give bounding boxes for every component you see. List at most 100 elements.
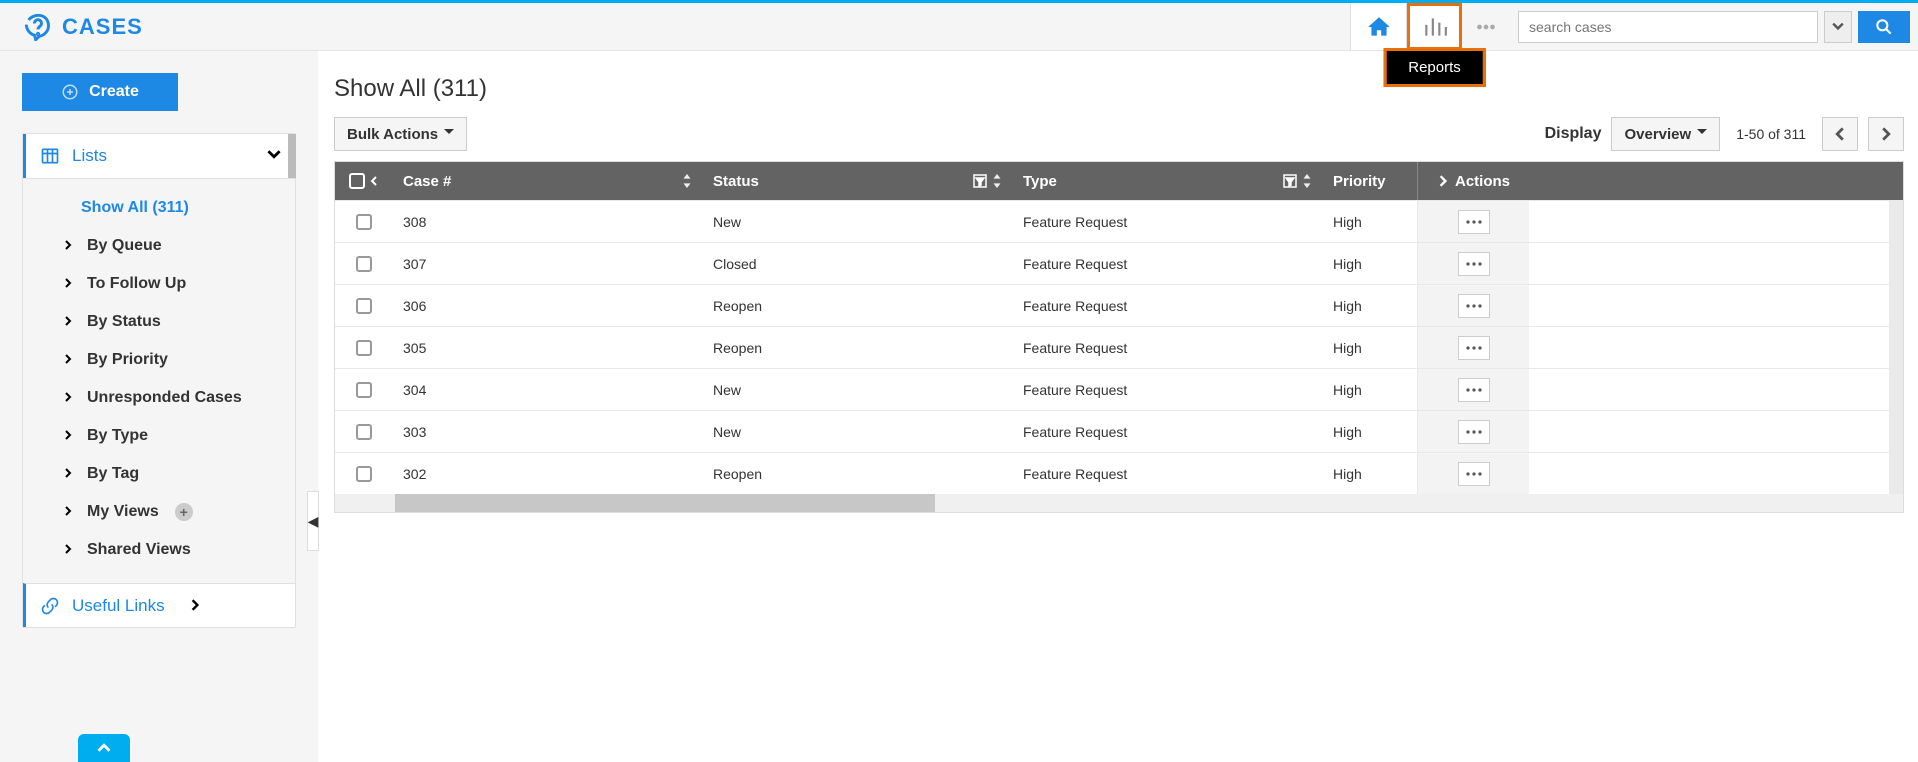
sort-icon bbox=[991, 174, 1003, 188]
sidebar-item-show-all[interactable]: Show All (311) bbox=[23, 189, 295, 227]
cell-type: Feature Request bbox=[1013, 327, 1323, 368]
scrollbar-thumb[interactable] bbox=[395, 494, 935, 512]
col-header-type-label: Type bbox=[1023, 173, 1057, 190]
sidebar-item-unresponded-cases[interactable]: Unresponded Cases bbox=[23, 379, 295, 417]
sidebar-item-by-type[interactable]: By Type bbox=[23, 417, 295, 455]
row-checkbox[interactable] bbox=[356, 214, 372, 230]
sidebar-useful-links[interactable]: Useful Links bbox=[23, 583, 295, 627]
table-row[interactable]: 302ReopenFeature RequestHigh bbox=[335, 452, 1889, 494]
create-button[interactable]: Create bbox=[22, 73, 178, 111]
col-header-type[interactable]: Type bbox=[1013, 162, 1323, 200]
sidebar-collapse-handle[interactable]: ◀ bbox=[307, 491, 319, 551]
row-checkbox[interactable] bbox=[356, 256, 372, 272]
table-row[interactable]: 308NewFeature RequestHigh bbox=[335, 200, 1889, 242]
sidebar-scrollbar[interactable] bbox=[288, 134, 296, 178]
bulk-actions-button[interactable]: Bulk Actions bbox=[334, 117, 467, 151]
cell-priority: High bbox=[1323, 243, 1417, 284]
sidebar-item-to-follow-up[interactable]: To Follow Up bbox=[23, 265, 295, 303]
home-button[interactable] bbox=[1350, 3, 1406, 50]
col-header-case[interactable]: Case # bbox=[393, 162, 703, 200]
filter-icon bbox=[973, 174, 987, 188]
filter-icon bbox=[1283, 174, 1297, 188]
display-overview-button[interactable]: Overview bbox=[1611, 117, 1720, 151]
col-header-status[interactable]: Status bbox=[703, 162, 1013, 200]
header-bar: CASES Reports bbox=[0, 3, 1918, 51]
bottom-expand-tab[interactable] bbox=[78, 734, 130, 762]
app-logo-icon bbox=[24, 13, 52, 41]
cell-type: Feature Request bbox=[1013, 411, 1323, 452]
bulk-actions-label: Bulk Actions bbox=[347, 126, 438, 143]
main-content: Show All (311) Bulk Actions Display Over… bbox=[318, 51, 1918, 762]
more-menu-button[interactable] bbox=[1462, 3, 1510, 50]
cell-status: Reopen bbox=[703, 453, 1013, 494]
table-row[interactable]: 304NewFeature RequestHigh bbox=[335, 368, 1889, 410]
col-header-priority[interactable]: Priority bbox=[1323, 162, 1417, 200]
row-checkbox[interactable] bbox=[356, 424, 372, 440]
search-input[interactable] bbox=[1518, 11, 1818, 43]
chevron-up-icon bbox=[93, 737, 115, 759]
app-title: CASES bbox=[62, 14, 143, 40]
row-checkbox[interactable] bbox=[356, 466, 372, 482]
cell-status: Reopen bbox=[703, 327, 1013, 368]
reports-tooltip: Reports bbox=[1383, 48, 1486, 87]
chevron-right-icon bbox=[63, 465, 77, 483]
sidebar-item-shared-views[interactable]: Shared Views bbox=[23, 531, 295, 569]
col-header-actions[interactable]: Actions bbox=[1417, 162, 1529, 200]
cell-status: New bbox=[703, 411, 1013, 452]
plus-circle-icon bbox=[61, 83, 79, 101]
sidebar-item-label: By Priority bbox=[87, 351, 168, 369]
select-all-checkbox[interactable] bbox=[349, 173, 365, 189]
page-next-button[interactable] bbox=[1868, 117, 1904, 151]
sidebar-item-label: By Tag bbox=[87, 465, 139, 483]
chevron-down-icon bbox=[267, 146, 281, 166]
table-vertical-scrollbar[interactable] bbox=[1889, 200, 1903, 494]
cell-type: Feature Request bbox=[1013, 201, 1323, 242]
row-actions-button[interactable] bbox=[1458, 252, 1490, 276]
row-actions-button[interactable] bbox=[1458, 294, 1490, 318]
cell-status: New bbox=[703, 369, 1013, 410]
reports-button[interactable]: Reports bbox=[1406, 3, 1462, 50]
create-button-label: Create bbox=[89, 83, 139, 101]
chevron-right-icon bbox=[63, 503, 77, 521]
row-actions-button[interactable] bbox=[1458, 462, 1490, 486]
table-row[interactable]: 303NewFeature RequestHigh bbox=[335, 410, 1889, 452]
sidebar-item-label: By Type bbox=[87, 427, 148, 445]
sidebar-lists-header[interactable]: Lists bbox=[23, 134, 295, 178]
chevron-right-icon bbox=[63, 389, 77, 407]
cell-status: Closed bbox=[703, 243, 1013, 284]
col-header-status-label: Status bbox=[713, 173, 759, 190]
search-icon bbox=[1874, 17, 1894, 37]
cell-type: Feature Request bbox=[1013, 285, 1323, 326]
sidebar-item-by-priority[interactable]: By Priority bbox=[23, 341, 295, 379]
row-checkbox[interactable] bbox=[356, 340, 372, 356]
table-row[interactable]: 306ReopenFeature RequestHigh bbox=[335, 284, 1889, 326]
sidebar: Create Lists Show All (311) By Queue To F… bbox=[0, 51, 318, 762]
table-row[interactable]: 307ClosedFeature RequestHigh bbox=[335, 242, 1889, 284]
sidebar-item-by-tag[interactable]: By Tag bbox=[23, 455, 295, 493]
sidebar-item-my-views[interactable]: My Views+ bbox=[23, 493, 295, 531]
sort-icon bbox=[681, 174, 693, 188]
cell-type: Feature Request bbox=[1013, 369, 1323, 410]
sidebar-item-by-status[interactable]: By Status bbox=[23, 303, 295, 341]
page-prev-button[interactable] bbox=[1822, 117, 1858, 151]
table-horizontal-scrollbar[interactable] bbox=[335, 494, 1903, 512]
sidebar-panel: Lists Show All (311) By Queue To Follow U… bbox=[22, 133, 296, 628]
chevron-left-icon bbox=[1833, 127, 1847, 141]
chevron-left-icon[interactable] bbox=[369, 176, 379, 186]
row-actions-button[interactable] bbox=[1458, 336, 1490, 360]
chevron-right-icon bbox=[63, 275, 77, 293]
cases-table: Case # Status Type Priority bbox=[334, 161, 1904, 513]
row-actions-button[interactable] bbox=[1458, 378, 1490, 402]
row-checkbox[interactable] bbox=[356, 298, 372, 314]
row-actions-button[interactable] bbox=[1458, 420, 1490, 444]
table-row[interactable]: 305ReopenFeature RequestHigh bbox=[335, 326, 1889, 368]
row-actions-button[interactable] bbox=[1458, 210, 1490, 234]
sidebar-item-label: To Follow Up bbox=[87, 275, 186, 293]
add-view-button[interactable]: + bbox=[175, 503, 193, 521]
display-label: Display bbox=[1545, 125, 1602, 143]
row-checkbox[interactable] bbox=[356, 382, 372, 398]
sidebar-item-by-queue[interactable]: By Queue bbox=[23, 227, 295, 265]
search-button[interactable] bbox=[1858, 11, 1910, 43]
search-dropdown-button[interactable] bbox=[1824, 11, 1852, 43]
cell-priority: High bbox=[1323, 327, 1417, 368]
